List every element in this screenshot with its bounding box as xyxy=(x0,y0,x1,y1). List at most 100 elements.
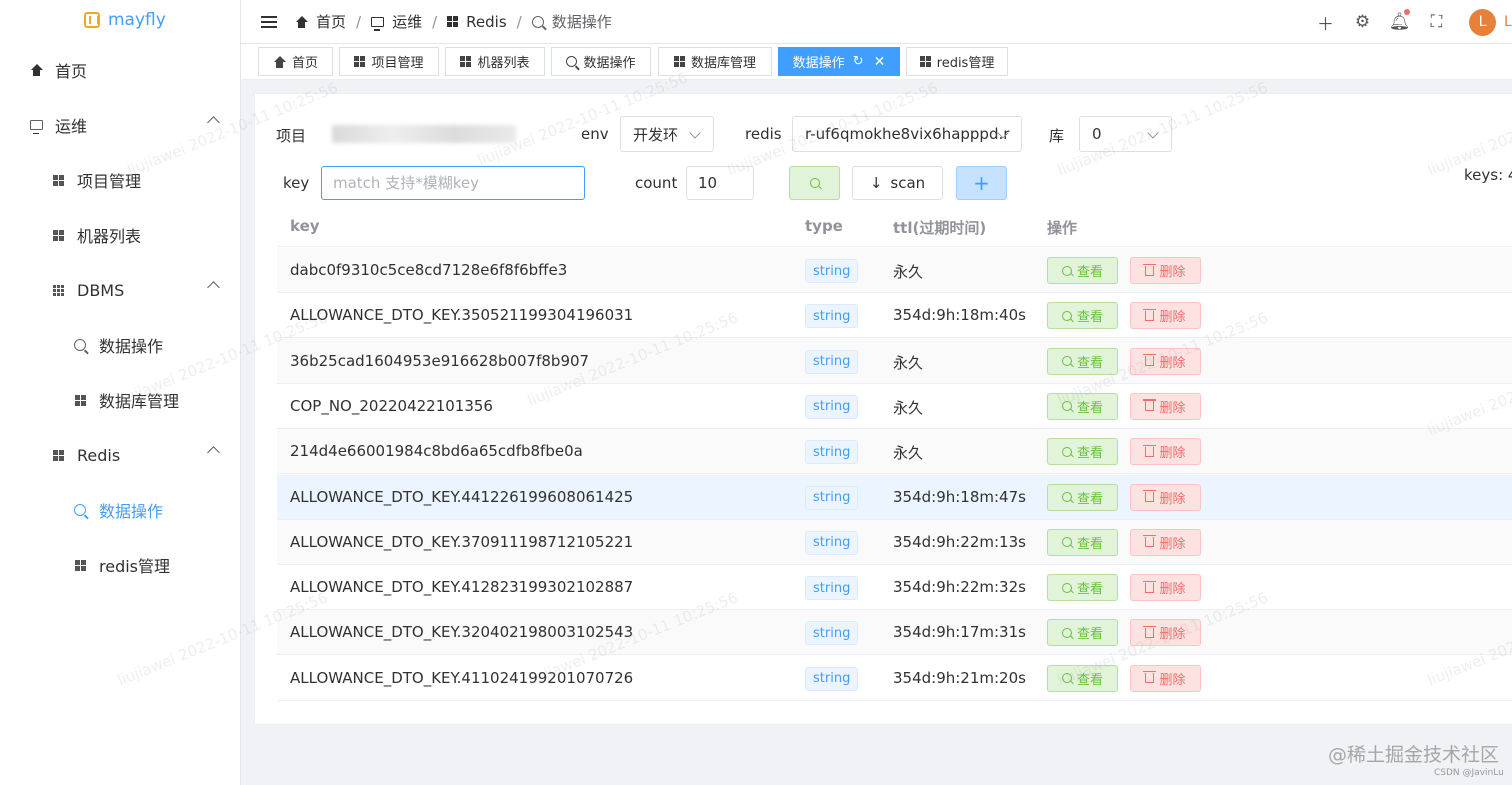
view-button[interactable]: 查看 xyxy=(1047,528,1118,556)
search-icon xyxy=(1061,446,1072,457)
arrow-down-icon: ↓ xyxy=(869,174,883,192)
table-row[interactable]: ALLOWANCE_DTO_KEY.370911198712105221 stri… xyxy=(277,519,1512,565)
search-icon xyxy=(71,336,89,354)
delete-label: 删除 xyxy=(1159,355,1186,371)
delete-button[interactable]: 删除 xyxy=(1130,483,1201,511)
sidebar-item-project-management[interactable]: 项目管理 xyxy=(0,158,240,202)
sidebar-item-machine-list[interactable]: 机器列表 xyxy=(0,213,240,257)
delete-button[interactable]: 删除 xyxy=(1130,302,1201,330)
add-key-button[interactable]: + xyxy=(956,166,1007,200)
tab-redis-management[interactable]: redis管理 xyxy=(906,47,1008,76)
count-input[interactable]: 10 xyxy=(686,166,754,200)
delete-button[interactable]: 删除 xyxy=(1130,619,1201,647)
delete-button[interactable]: 删除 xyxy=(1130,438,1201,466)
view-button[interactable]: 查看 xyxy=(1047,302,1118,330)
view-label: 查看 xyxy=(1076,491,1103,507)
breadcrumb-item-home[interactable]: 首页 xyxy=(295,11,346,32)
sidebar-item-label: 数据操作 xyxy=(99,337,164,356)
delete-button[interactable]: 删除 xyxy=(1130,392,1201,420)
search-icon xyxy=(1061,310,1072,321)
view-button[interactable]: 查看 xyxy=(1047,438,1118,466)
plus-icon[interactable]: ＋ xyxy=(1307,10,1344,35)
tab-home[interactable]: 首页 xyxy=(258,47,333,76)
ttl-cell: 354d:9h:22m:13s xyxy=(893,532,1026,551)
tab-label: 数据操作 xyxy=(583,56,636,71)
view-button[interactable]: 查看 xyxy=(1047,664,1118,692)
search-icon xyxy=(1061,582,1072,593)
breadcrumb-label: 首页 xyxy=(316,13,347,31)
view-button[interactable]: 查看 xyxy=(1047,257,1118,284)
search-button[interactable] xyxy=(789,166,840,200)
table-row[interactable]: ALLOWANCE_DTO_KEY.350521199304196031 stri… xyxy=(277,293,1512,339)
sidebar-item-redis-management[interactable]: redis管理 xyxy=(0,543,240,587)
delete-button[interactable]: 删除 xyxy=(1130,257,1201,284)
close-icon[interactable]: ✕ xyxy=(874,54,886,70)
ttl-cell: 永久 xyxy=(893,353,924,372)
breadcrumb-item-ops[interactable]: 运维 xyxy=(371,11,422,32)
type-tag: string xyxy=(805,485,859,510)
db-select[interactable]: 0 xyxy=(1079,116,1172,152)
table-row[interactable]: ALLOWANCE_DTO_KEY.412823199302102887 stri… xyxy=(277,565,1512,611)
view-label: 查看 xyxy=(1076,310,1103,326)
grid-icon xyxy=(673,56,685,67)
env-select[interactable]: 开发环 xyxy=(620,116,714,152)
sidebar-item-redis[interactable]: Redis xyxy=(0,433,240,477)
redis-select-value: r-uf6qmokhe8vix6happpd.r xyxy=(805,125,1010,143)
menu-toggle-icon[interactable] xyxy=(261,15,277,28)
sidebar-item-db-management[interactable]: 数据库管理 xyxy=(0,378,240,422)
column-header-key[interactable]: key xyxy=(290,217,320,235)
delete-button[interactable]: 删除 xyxy=(1130,347,1201,375)
ttl-cell: 354d:9h:17m:31s xyxy=(893,623,1026,642)
project-select[interactable] xyxy=(321,116,551,152)
sidebar-item-redis-data-ops[interactable]: 数据操作 xyxy=(0,488,240,532)
redis-select[interactable]: r-uf6qmokhe8vix6happpd.r xyxy=(792,116,1022,152)
redis-data-panel: 项目 env 开发环 redis r-uf6qmokhe8vix6happpd.… xyxy=(254,93,1512,725)
ttl-cell: 永久 xyxy=(893,398,924,417)
view-button[interactable]: 查看 xyxy=(1047,392,1118,420)
tab-bar: 首页 项目管理 机器列表 数据操作 数据库管理 数据操作 ↻ ✕ redis管理 xyxy=(241,44,1512,80)
table-row[interactable]: COP_NO_20220422101356 string 永久 查看 删除 xyxy=(277,384,1512,429)
bell-icon[interactable]: 🔔︎ xyxy=(1381,9,1418,32)
refresh-icon[interactable]: ↻ xyxy=(853,54,864,69)
tab-redis-data-ops[interactable]: 数据操作 ↻ ✕ xyxy=(778,47,900,76)
app-logo[interactable]: mayfly xyxy=(0,0,240,40)
tab-label: 数据库管理 xyxy=(690,56,756,71)
table-row[interactable]: ALLOWANCE_DTO_KEY.411024199201070726 stri… xyxy=(277,656,1512,701)
tab-dbms-data-ops[interactable]: 数据操作 xyxy=(551,47,651,76)
gear-icon[interactable]: ⚙ xyxy=(1344,12,1381,32)
tab-label: 机器列表 xyxy=(477,56,530,71)
key-cell: ALLOWANCE_DTO_KEY.441226199608061425 xyxy=(290,487,634,506)
user-name-truncated[interactable]: L xyxy=(1504,14,1512,30)
avatar[interactable]: L xyxy=(1469,8,1496,36)
breadcrumb-item-redis[interactable]: Redis xyxy=(447,13,507,31)
view-label: 查看 xyxy=(1076,265,1103,280)
view-button[interactable]: 查看 xyxy=(1047,619,1118,647)
delete-button[interactable]: 删除 xyxy=(1130,528,1201,556)
column-header-type[interactable]: type xyxy=(805,217,843,235)
fullscreen-icon[interactable]: ⛶ xyxy=(1418,12,1455,32)
delete-button[interactable]: 删除 xyxy=(1130,574,1201,602)
tab-project-management[interactable]: 项目管理 xyxy=(339,47,439,76)
table-row[interactable]: ALLOWANCE_DTO_KEY.441226199608061425 stri… xyxy=(277,474,1512,520)
tab-machine-list[interactable]: 机器列表 xyxy=(445,47,545,76)
sidebar-item-ops[interactable]: 运维 xyxy=(0,103,240,147)
view-button[interactable]: 查看 xyxy=(1047,483,1118,511)
type-tag: string xyxy=(805,440,859,465)
tab-db-management[interactable]: 数据库管理 xyxy=(658,47,772,76)
sidebar-item-home[interactable]: 首页 xyxy=(0,48,240,92)
scan-button[interactable]: ↓ scan xyxy=(852,166,943,200)
view-button[interactable]: 查看 xyxy=(1047,574,1118,602)
table-row[interactable]: dabc0f9310c5ce8cd7128e6f8f6bffe3 string 永久… xyxy=(277,248,1512,293)
trash-icon xyxy=(1143,263,1157,276)
table-row[interactable]: 214d4e66001984c8bd6a65cdfb8fbe0a string 永久… xyxy=(277,429,1512,475)
key-search-input[interactable] xyxy=(321,166,585,200)
sidebar-item-dbms[interactable]: DBMS xyxy=(0,268,240,312)
key-cell: 214d4e66001984c8bd6a65cdfb8fbe0a xyxy=(290,442,583,461)
table-row[interactable]: 36b25cad1604953e916628b007f8b907 string 永久… xyxy=(277,338,1512,384)
delete-button[interactable]: 删除 xyxy=(1130,664,1201,692)
db-label: 库 xyxy=(1049,127,1065,145)
column-header-ttl[interactable]: ttl(过期时间) xyxy=(893,217,986,238)
view-button[interactable]: 查看 xyxy=(1047,347,1118,375)
table-row[interactable]: ALLOWANCE_DTO_KEY.320402198003102543 stri… xyxy=(277,610,1512,656)
sidebar-item-dbms-data-ops[interactable]: 数据操作 xyxy=(0,323,240,367)
